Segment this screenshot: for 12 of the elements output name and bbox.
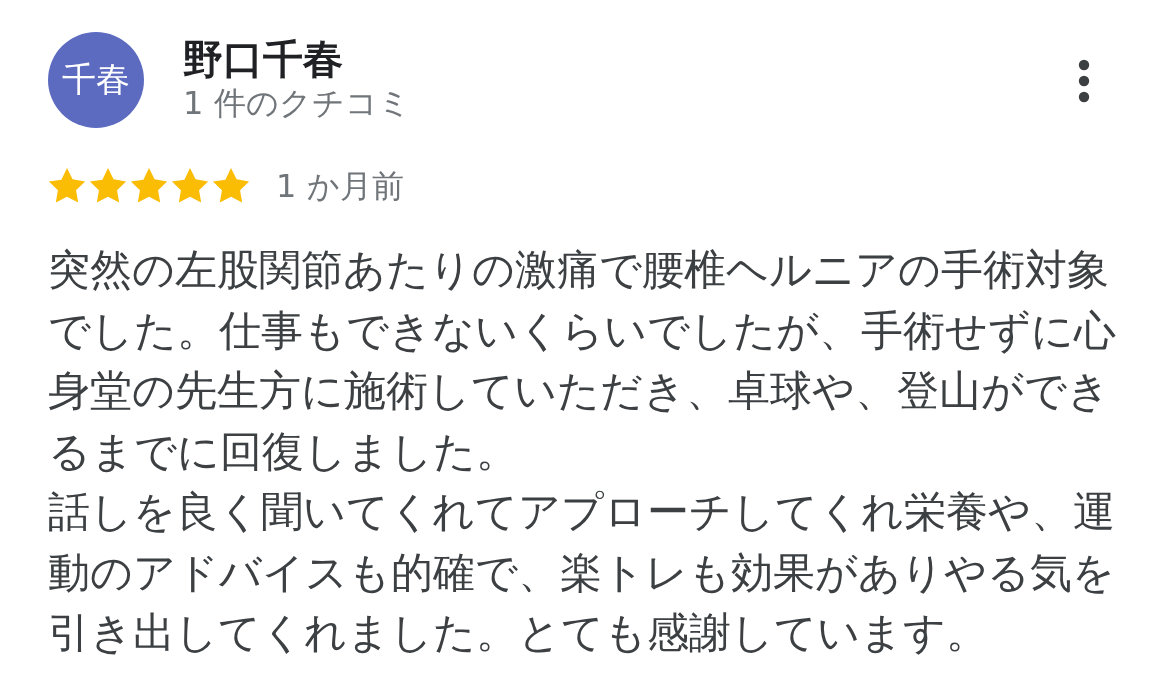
review-text: 突然の左股関節あたりの激痛で腰椎ヘルニアの手術対象でした。仕事もできないくらいでしたが、手術せずに心身堂の先生方に施術していただき、卓球や、登山ができるまでに回復しました。 xyxy=(48,244,1117,478)
review-count: 1 件のクチコミ xyxy=(183,83,411,123)
more-options-icon[interactable] xyxy=(1077,58,1091,104)
avatar: 千春 xyxy=(48,32,144,128)
reviewer-name: 野口千春 xyxy=(183,35,344,83)
review-time: 1 か月前 xyxy=(276,166,404,206)
star-icon xyxy=(89,168,127,204)
star-icon xyxy=(130,168,168,204)
star-icon xyxy=(171,168,209,204)
review-text: 話しを良く聞いてくれてアプローチしてくれ栄養や、運動のアドバイスも的確で、楽トレも効果がありやる気を引き出してくれました。とても感謝しています。 xyxy=(48,486,1116,659)
star-icon xyxy=(212,168,250,204)
star-icon xyxy=(48,168,86,204)
